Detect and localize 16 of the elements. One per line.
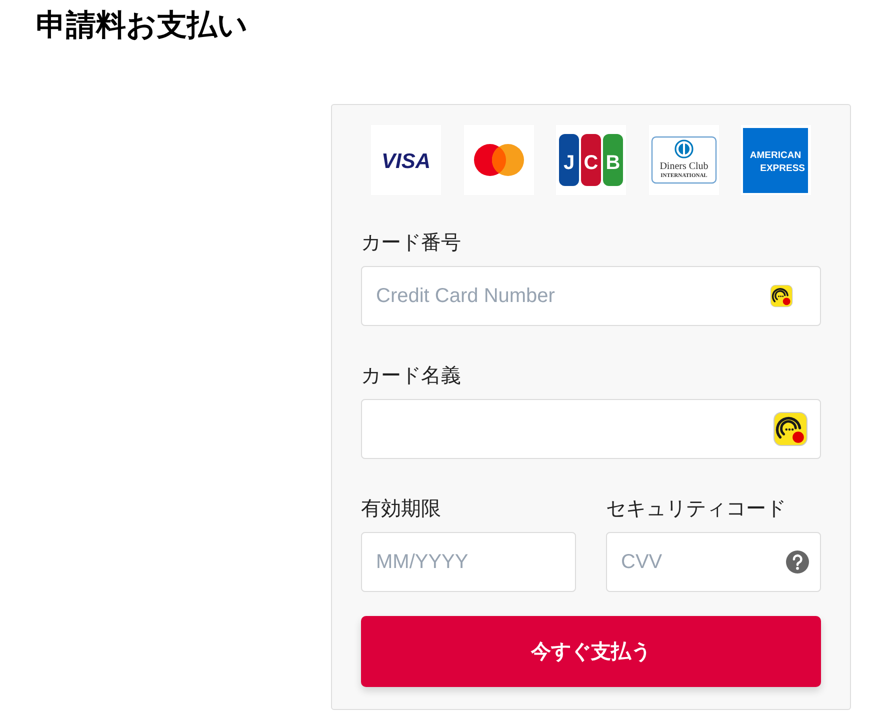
speech-badge-icon[interactable] [773,412,808,446]
field-label: カード名義 [361,362,461,389]
input-field[interactable]: Credit Card Number [361,266,821,326]
american-express-logo: AMERICAN EXPRESS [741,125,811,195]
field-label: 有効期限 [361,495,441,522]
help-icon[interactable] [786,550,809,574]
field-label: カード番号 [361,229,461,256]
input-field[interactable]: CVV [606,532,821,592]
field-label: セキュリティコード [606,495,786,522]
visa-logo: VISA [371,125,441,195]
input-field[interactable]: MM/YYYY [361,532,576,592]
page-title: 申請料お支払い [36,7,248,45]
pay-now-button[interactable]: 今すぐ支払う [361,616,821,687]
mastercard-logo [464,125,534,195]
input-field[interactable] [361,399,821,459]
speech-badge-icon[interactable] [770,284,793,308]
